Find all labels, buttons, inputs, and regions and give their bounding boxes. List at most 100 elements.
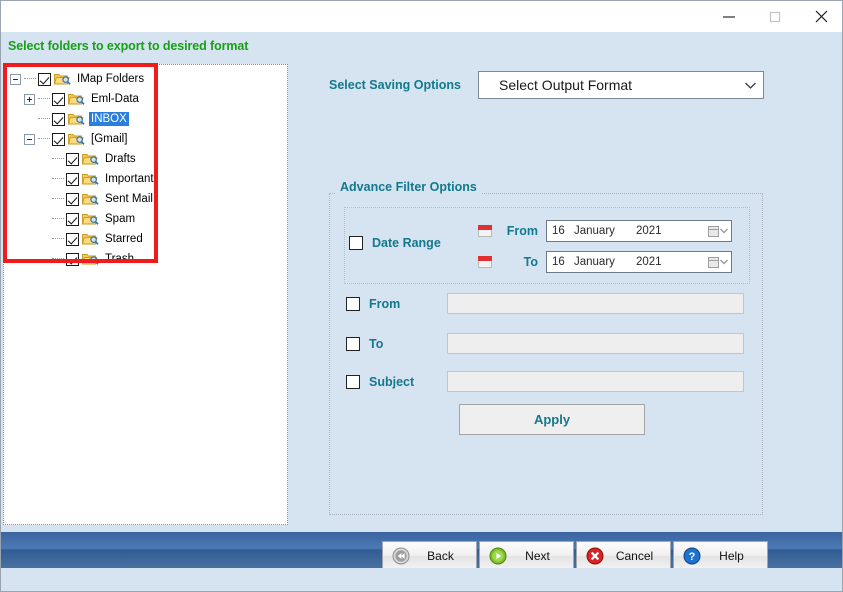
advance-filter-title: Advance Filter Options bbox=[335, 180, 482, 194]
tree-connector bbox=[38, 138, 50, 140]
folder-tree[interactable]: IMap Folders Eml-Data INBOX [Gmail] Drafts Im… bbox=[4, 65, 156, 269]
tree-item-checkbox[interactable] bbox=[38, 72, 51, 86]
to-date-month: January bbox=[574, 256, 615, 268]
subject-filter-label: Subject bbox=[369, 374, 415, 389]
subject-filter-checkbox[interactable] bbox=[346, 374, 360, 389]
from-date-picker-button[interactable] bbox=[705, 221, 731, 241]
tree-item-label: Starred bbox=[105, 233, 143, 245]
output-format-value: Select Output Format bbox=[499, 77, 633, 93]
tree-item-drafts[interactable]: Drafts bbox=[10, 149, 156, 169]
tree-item-label: [Gmail] bbox=[91, 133, 128, 145]
tree-item-checkbox[interactable] bbox=[66, 172, 79, 186]
folder-search-icon bbox=[82, 172, 99, 186]
tree-connector bbox=[52, 198, 64, 200]
folder-search-icon bbox=[82, 232, 99, 246]
next-button[interactable]: Next bbox=[479, 541, 574, 571]
output-format-select[interactable]: Select Output Format bbox=[478, 71, 764, 99]
from-date-month: January bbox=[574, 225, 615, 237]
tree-item-gmail[interactable]: [Gmail] bbox=[10, 129, 156, 149]
collapse-icon[interactable] bbox=[24, 133, 35, 145]
tree-item-imap-folders[interactable]: IMap Folders bbox=[10, 69, 156, 89]
subject-filter-row: Subject bbox=[346, 371, 744, 392]
close-icon[interactable] bbox=[798, 1, 842, 32]
play-icon bbox=[489, 547, 507, 565]
tree-item-important[interactable]: Important bbox=[10, 169, 156, 189]
back-button[interactable]: Back bbox=[382, 541, 477, 571]
tree-item-trash[interactable]: Trash bbox=[10, 249, 156, 269]
to-date-year: 2021 bbox=[636, 256, 662, 268]
tree-item-checkbox[interactable] bbox=[66, 212, 79, 226]
tree-item-checkbox[interactable] bbox=[66, 232, 79, 246]
from-filter-checkbox[interactable] bbox=[346, 296, 360, 311]
tree-item-label: Trash bbox=[105, 253, 134, 265]
date-range-row: Date Range bbox=[349, 236, 441, 250]
to-date-label: To bbox=[523, 255, 538, 269]
from-filter-input[interactable] bbox=[447, 293, 744, 314]
tree-connector bbox=[52, 158, 64, 160]
tree-item-eml-data[interactable]: Eml-Data bbox=[10, 89, 156, 109]
to-filter-input[interactable] bbox=[447, 333, 744, 354]
folder-search-icon bbox=[68, 112, 85, 126]
tree-connector bbox=[38, 98, 50, 100]
to-date-picker-button[interactable] bbox=[705, 252, 731, 272]
to-filter-checkbox[interactable] bbox=[346, 336, 360, 351]
tree-item-label: Sent Mail bbox=[105, 193, 153, 205]
page-title: Select folders to export to desired form… bbox=[8, 39, 249, 53]
tree-item-inbox[interactable]: INBOX bbox=[10, 109, 156, 129]
tree-item-checkbox[interactable] bbox=[66, 192, 79, 206]
calendar-icon bbox=[478, 255, 492, 269]
help-button-label: Help bbox=[719, 549, 744, 563]
back-button-label: Back bbox=[427, 549, 454, 563]
tree-connector bbox=[52, 218, 64, 220]
folder-tree-panel[interactable]: IMap Folders Eml-Data INBOX [Gmail] Drafts Im… bbox=[3, 64, 288, 525]
rewind-icon bbox=[392, 547, 410, 565]
to-date-row: To 16 January 2021 bbox=[478, 251, 732, 273]
collapse-icon[interactable] bbox=[10, 73, 21, 85]
tree-item-sent-mail[interactable]: Sent Mail bbox=[10, 189, 156, 209]
from-date-field[interactable]: 16 January 2021 bbox=[546, 220, 732, 242]
application-window: Select folders to export to desired form… bbox=[0, 0, 843, 592]
date-range-label: Date Range bbox=[372, 236, 441, 250]
tree-item-starred[interactable]: Starred bbox=[10, 229, 156, 249]
expand-icon[interactable] bbox=[24, 93, 35, 105]
tree-item-label: INBOX bbox=[89, 112, 129, 126]
tree-item-checkbox[interactable] bbox=[52, 132, 65, 146]
from-date-row: From 16 January 2021 bbox=[478, 220, 732, 242]
svg-text:?: ? bbox=[689, 551, 696, 563]
to-date-day: 16 bbox=[552, 256, 565, 268]
minimize-icon[interactable] bbox=[706, 1, 752, 32]
from-filter-row: From bbox=[346, 293, 744, 314]
from-filter-label: From bbox=[369, 296, 401, 311]
tree-item-checkbox[interactable] bbox=[52, 112, 65, 126]
to-filter-label: To bbox=[369, 336, 384, 351]
help-button[interactable]: ? Help bbox=[673, 541, 768, 571]
date-range-checkbox[interactable] bbox=[349, 236, 363, 250]
apply-button[interactable]: Apply bbox=[459, 404, 645, 435]
cancel-icon bbox=[586, 547, 604, 565]
chevron-down-icon bbox=[737, 81, 763, 90]
tree-item-checkbox[interactable] bbox=[52, 92, 65, 106]
tree-item-checkbox[interactable] bbox=[66, 252, 79, 266]
folder-search-icon bbox=[82, 192, 99, 206]
subject-filter-input[interactable] bbox=[447, 371, 744, 392]
from-date-label: From bbox=[506, 224, 538, 238]
tree-item-label: Eml-Data bbox=[91, 93, 139, 105]
cancel-button[interactable]: Cancel bbox=[576, 541, 671, 571]
from-date-year: 2021 bbox=[636, 225, 662, 237]
folder-search-icon bbox=[82, 212, 99, 226]
tree-item-spam[interactable]: Spam bbox=[10, 209, 156, 229]
tree-item-checkbox[interactable] bbox=[66, 152, 79, 166]
to-date-field[interactable]: 16 January 2021 bbox=[546, 251, 732, 273]
tree-connector bbox=[24, 78, 36, 80]
maximize-icon[interactable] bbox=[752, 1, 798, 32]
folder-search-icon bbox=[68, 132, 85, 146]
calendar-icon bbox=[478, 224, 492, 238]
to-filter-row: To bbox=[346, 333, 744, 354]
cancel-button-label: Cancel bbox=[615, 549, 654, 563]
from-date-day: 16 bbox=[552, 225, 565, 237]
